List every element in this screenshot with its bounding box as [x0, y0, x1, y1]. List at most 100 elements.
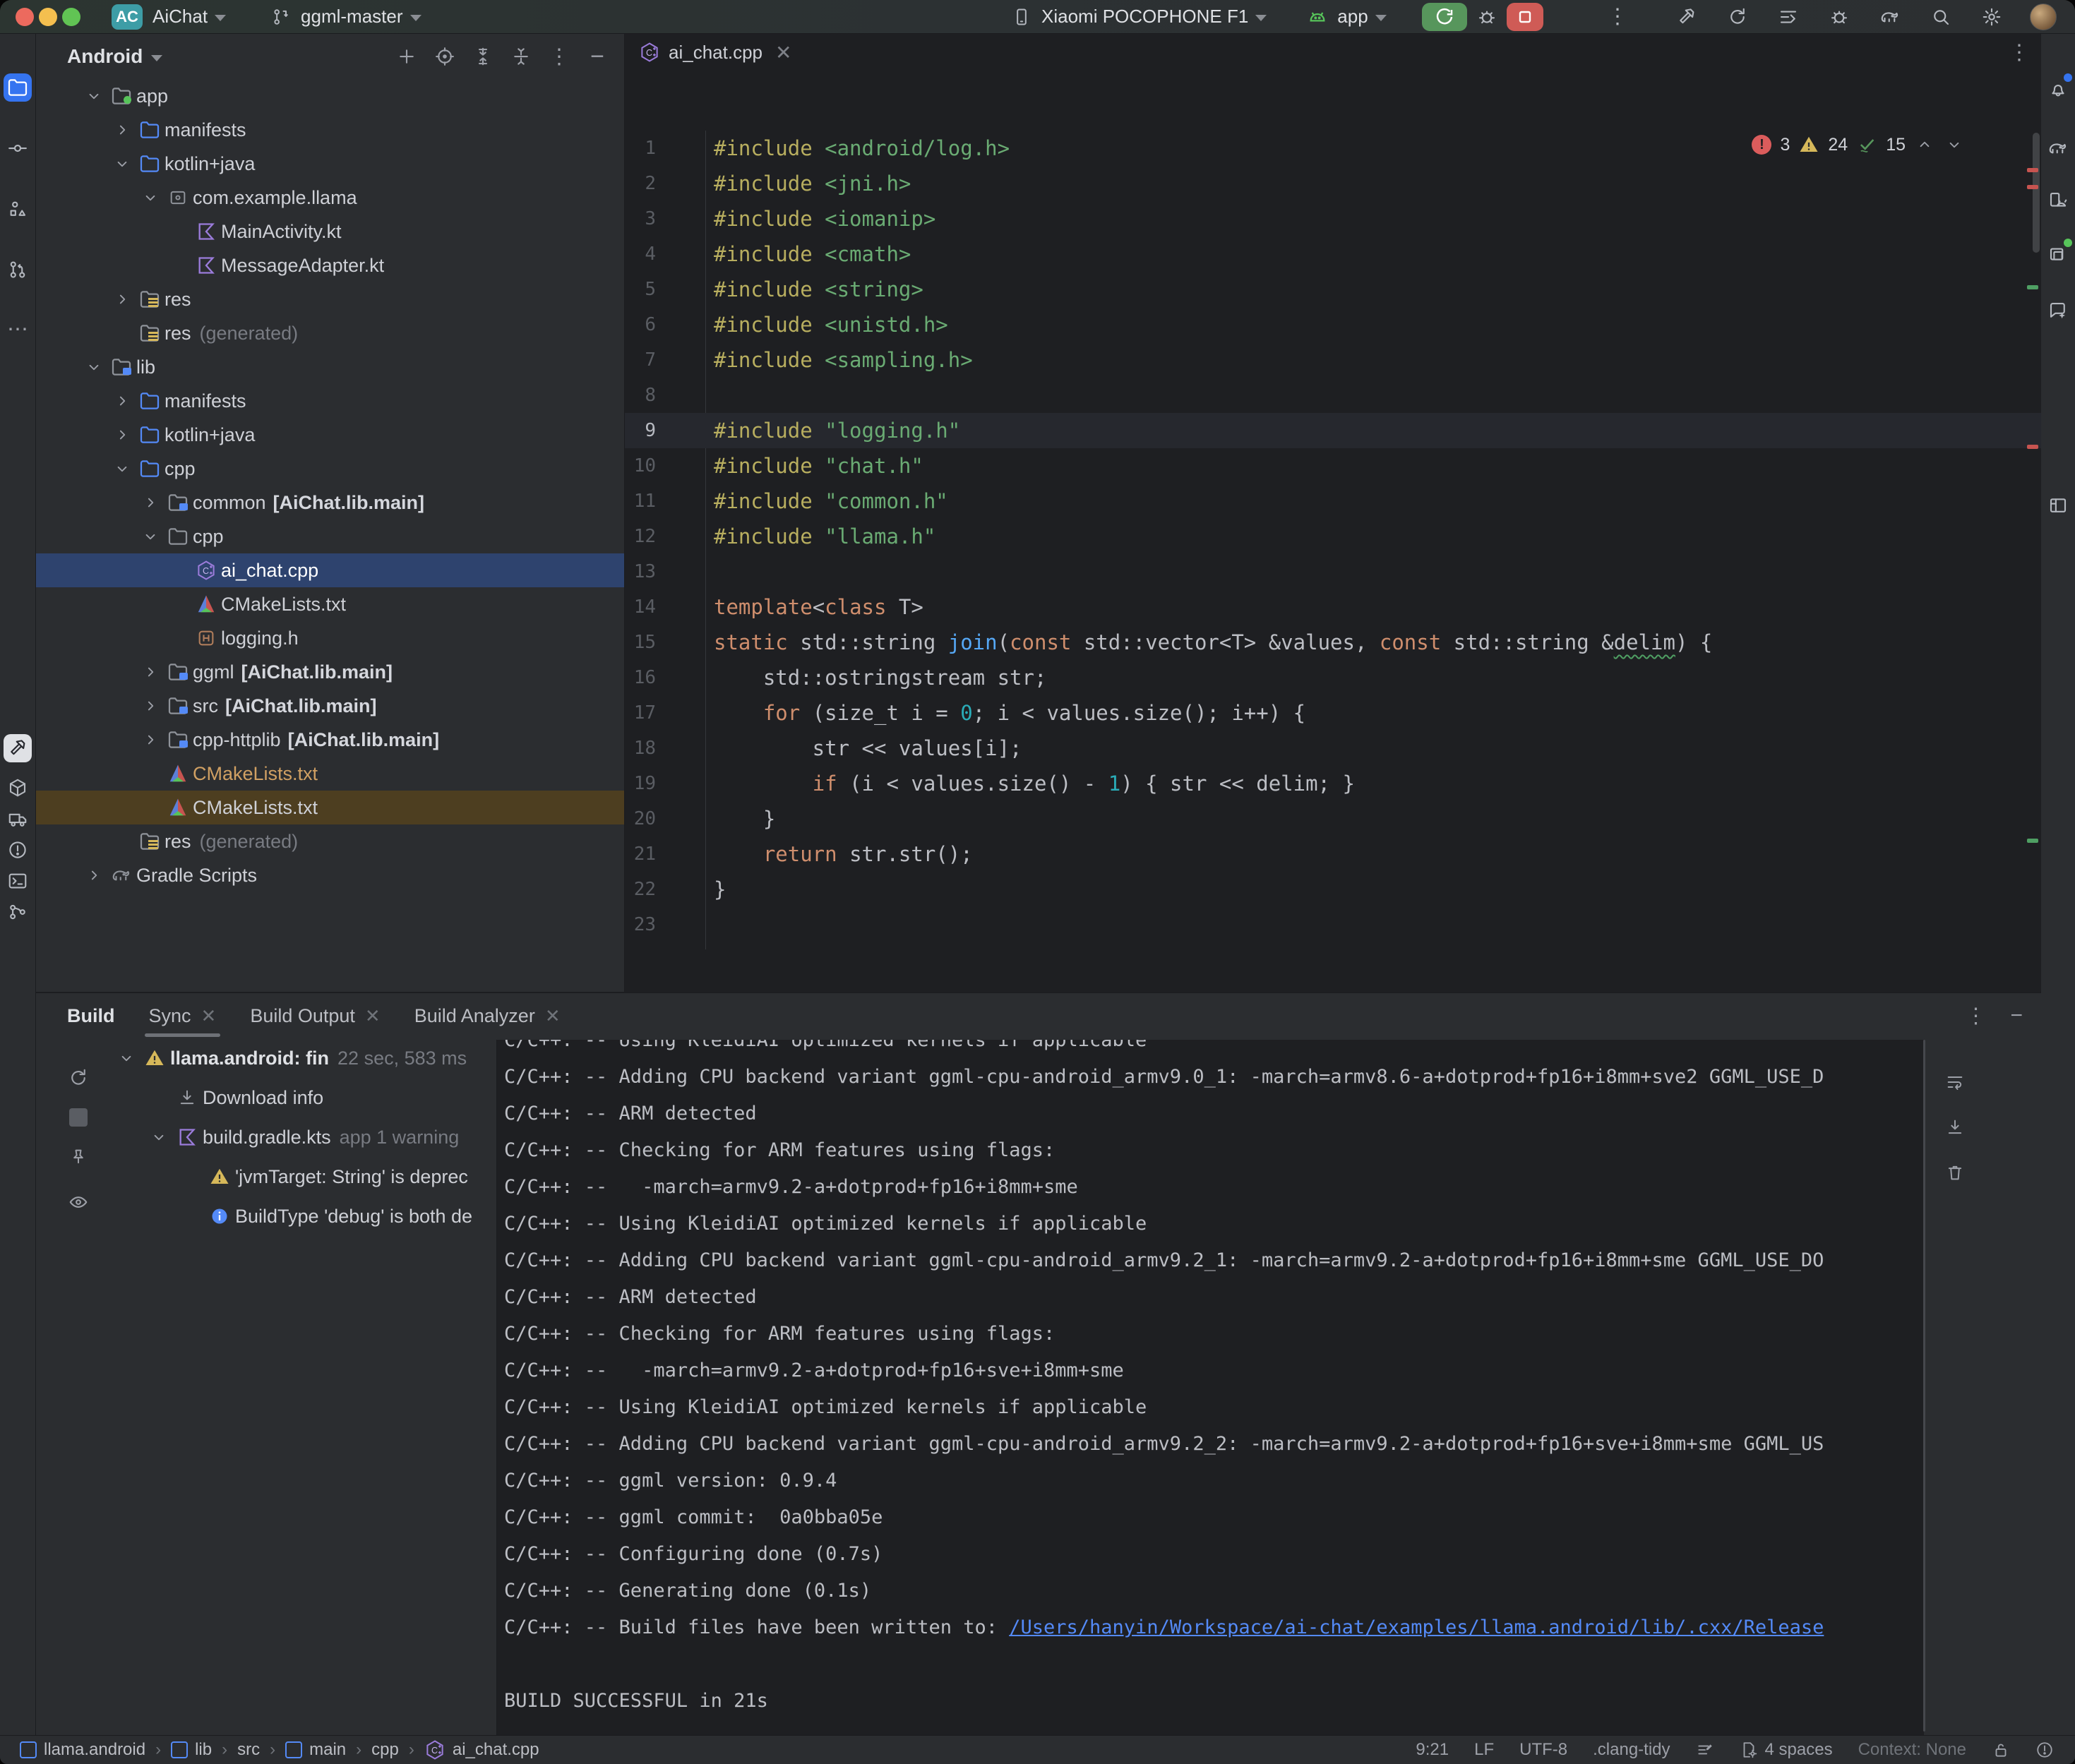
pin-tab-button[interactable] [64, 1143, 92, 1171]
build-tree-item[interactable]: BuildType 'debug' is both de [114, 1196, 495, 1236]
gradle-tool-button[interactable] [2044, 134, 2072, 162]
close-tab-icon[interactable]: ✕ [201, 1005, 217, 1027]
build-options-button[interactable]: ⋮ [1965, 1004, 1986, 1028]
breadcrumb-item-lib[interactable]: lib [171, 1740, 212, 1760]
tree-item-logging-h[interactable]: logging.h [36, 621, 624, 655]
alert-circle-icon[interactable] [2035, 1741, 2054, 1759]
error-stripe-mark[interactable] [2027, 185, 2038, 189]
hide-build-panel-button[interactable]: − [2010, 1004, 2023, 1028]
chevron-down-icon[interactable] [146, 1128, 172, 1146]
commit-tool-button[interactable] [4, 134, 32, 162]
soft-wrap-button[interactable] [1941, 1068, 1969, 1096]
tree-item-kotlin-java[interactable]: kotlin+java [36, 147, 624, 181]
prev-problem-button[interactable] [1914, 134, 1935, 155]
chevron-right-icon[interactable] [109, 426, 135, 444]
code-area[interactable]: 1#include <android/log.h>2#include <jni.… [625, 131, 2041, 942]
chevron-down-icon[interactable] [81, 87, 107, 105]
code-line-15[interactable]: 15static std::string join(const std::vec… [625, 625, 2041, 660]
build-tree-item[interactable]: llama.android: fin22 sec, 583 ms [114, 1038, 495, 1078]
context-indicator[interactable]: Context: None [1858, 1740, 1966, 1760]
build-panel-title[interactable]: Build [67, 1005, 115, 1027]
branch-selector[interactable]: ggml-master [268, 4, 421, 30]
console-scrollbar[interactable] [1923, 1040, 1925, 1732]
collapse-all-button[interactable] [507, 42, 535, 71]
code-line-22[interactable]: 22} [625, 872, 2041, 907]
chevron-right-icon[interactable] [138, 663, 163, 681]
chevron-right-icon[interactable] [109, 290, 135, 308]
tree-item-com-example-llama[interactable]: com.example.llama [36, 181, 624, 215]
caret-position[interactable]: 9:21 [1416, 1740, 1449, 1760]
problems-tool-button[interactable] [4, 836, 32, 864]
hide-panel-button[interactable]: − [583, 42, 611, 71]
inspections-status-icon[interactable] [1696, 1741, 1714, 1759]
code-line-23[interactable]: 23 [625, 907, 2041, 942]
inspections-widget[interactable]: ! 3 24 15 [1752, 134, 1965, 155]
breadcrumb-item-cpp[interactable]: cpp [371, 1740, 399, 1760]
build-tab-build-analyzer[interactable]: Build Analyzer✕ [414, 993, 561, 1038]
close-window-button[interactable] [16, 8, 34, 26]
tree-item-mainactivity-kt[interactable]: MainActivity.kt [36, 215, 624, 248]
chevron-right-icon[interactable] [138, 697, 163, 715]
build-variants-tool-button[interactable] [2044, 491, 2072, 520]
tree-item-cmakelists-txt[interactable]: CMakeLists.txt [36, 791, 624, 824]
tree-item-kotlin-java[interactable]: kotlin+java [36, 418, 624, 452]
chevron-down-icon[interactable] [109, 460, 135, 478]
tree-item-manifests[interactable]: manifests [36, 384, 624, 418]
chevron-down-icon[interactable] [81, 358, 107, 376]
breadcrumb-item-src[interactable]: src [237, 1740, 260, 1760]
build-tree-item[interactable]: Download info [114, 1078, 495, 1117]
code-line-2[interactable]: 2#include <jni.h> [625, 166, 2041, 201]
project-selector[interactable]: AiChat [153, 6, 226, 28]
search-everywhere-button[interactable] [1928, 4, 1954, 30]
tree-item-res[interactable]: res(generated) [36, 824, 624, 858]
gradle-icon-button[interactable] [1877, 4, 1903, 30]
editor-options-button[interactable]: ⋮ [2009, 40, 2030, 65]
code-line-10[interactable]: 10#include "chat.h" [625, 448, 2041, 484]
tree-item-src[interactable]: src[AiChat.lib.main] [36, 689, 624, 723]
chevron-down-icon[interactable] [109, 155, 135, 173]
change-stripe-mark[interactable] [2027, 839, 2038, 843]
project-tool-button[interactable] [4, 73, 32, 102]
build-tree-item[interactable]: build.gradle.ktsapp 1 warning [114, 1117, 495, 1157]
chevron-right-icon[interactable] [138, 731, 163, 749]
tree-item-cmakelists-txt[interactable]: CMakeLists.txt [36, 757, 624, 791]
clear-console-button[interactable] [1941, 1158, 1969, 1187]
chevron-right-icon[interactable] [81, 866, 107, 884]
gemini-tool-button[interactable] [2044, 296, 2072, 325]
error-stripe-mark[interactable] [2027, 445, 2038, 449]
tree-item-res[interactable]: res [36, 282, 624, 316]
build-output-link[interactable]: /Users/hanyin/Workspace/ai-chat/examples… [1009, 1616, 1824, 1638]
tree-item-cmakelists-txt[interactable]: CMakeLists.txt [36, 587, 624, 621]
change-stripe-mark[interactable] [2027, 285, 2038, 289]
terminal-tool-button[interactable] [4, 867, 32, 895]
new-item-button[interactable] [393, 42, 421, 71]
settings-button[interactable] [1979, 4, 2004, 30]
tree-item-app[interactable]: app [36, 79, 624, 113]
tree-item-cpp-httplib[interactable]: cpp-httplib[AiChat.lib.main] [36, 723, 624, 757]
breadcrumb-item-ai-chat-cpp[interactable]: Cai_chat.cpp [424, 1739, 539, 1760]
breadcrumb-item-main[interactable]: main [285, 1740, 346, 1760]
user-avatar[interactable] [2030, 4, 2057, 30]
sync-button[interactable] [1725, 4, 1750, 30]
restart-sync-button[interactable] [64, 1064, 92, 1092]
build-tab-build-output[interactable]: Build Output✕ [250, 993, 380, 1038]
close-tab-icon[interactable]: ✕ [775, 41, 791, 64]
lock-icon[interactable] [1992, 1741, 2010, 1759]
device-selector[interactable]: Xiaomi POCOPHONE F1 [1009, 4, 1267, 30]
stop-button[interactable] [1507, 3, 1543, 31]
panel-options-button[interactable]: ⋮ [545, 42, 573, 71]
tab-ai-chat-cpp[interactable]: C ai_chat.cpp ✕ [625, 34, 806, 71]
editor-scrollbar[interactable] [2033, 133, 2040, 253]
chevron-right-icon[interactable] [109, 392, 135, 410]
code-line-9[interactable]: 9#include "logging.h" [625, 413, 2041, 448]
indent-config[interactable]: 4 spaces [1740, 1740, 1833, 1760]
chevron-right-icon[interactable] [138, 493, 163, 512]
code-line-16[interactable]: 16 std::ostringstream str; [625, 660, 2041, 695]
tree-item-res[interactable]: res(generated) [36, 316, 624, 350]
clang-tidy[interactable]: .clang-tidy [1593, 1740, 1670, 1760]
build-tree-item[interactable]: 'jvmTarget: String' is deprec [114, 1157, 495, 1196]
version-control-tool-button[interactable] [4, 898, 32, 926]
code-line-17[interactable]: 17 for (size_t i = 0; i < values.size();… [625, 695, 2041, 731]
next-problem-button[interactable] [1944, 134, 1965, 155]
close-tab-icon[interactable]: ✕ [365, 1005, 381, 1027]
